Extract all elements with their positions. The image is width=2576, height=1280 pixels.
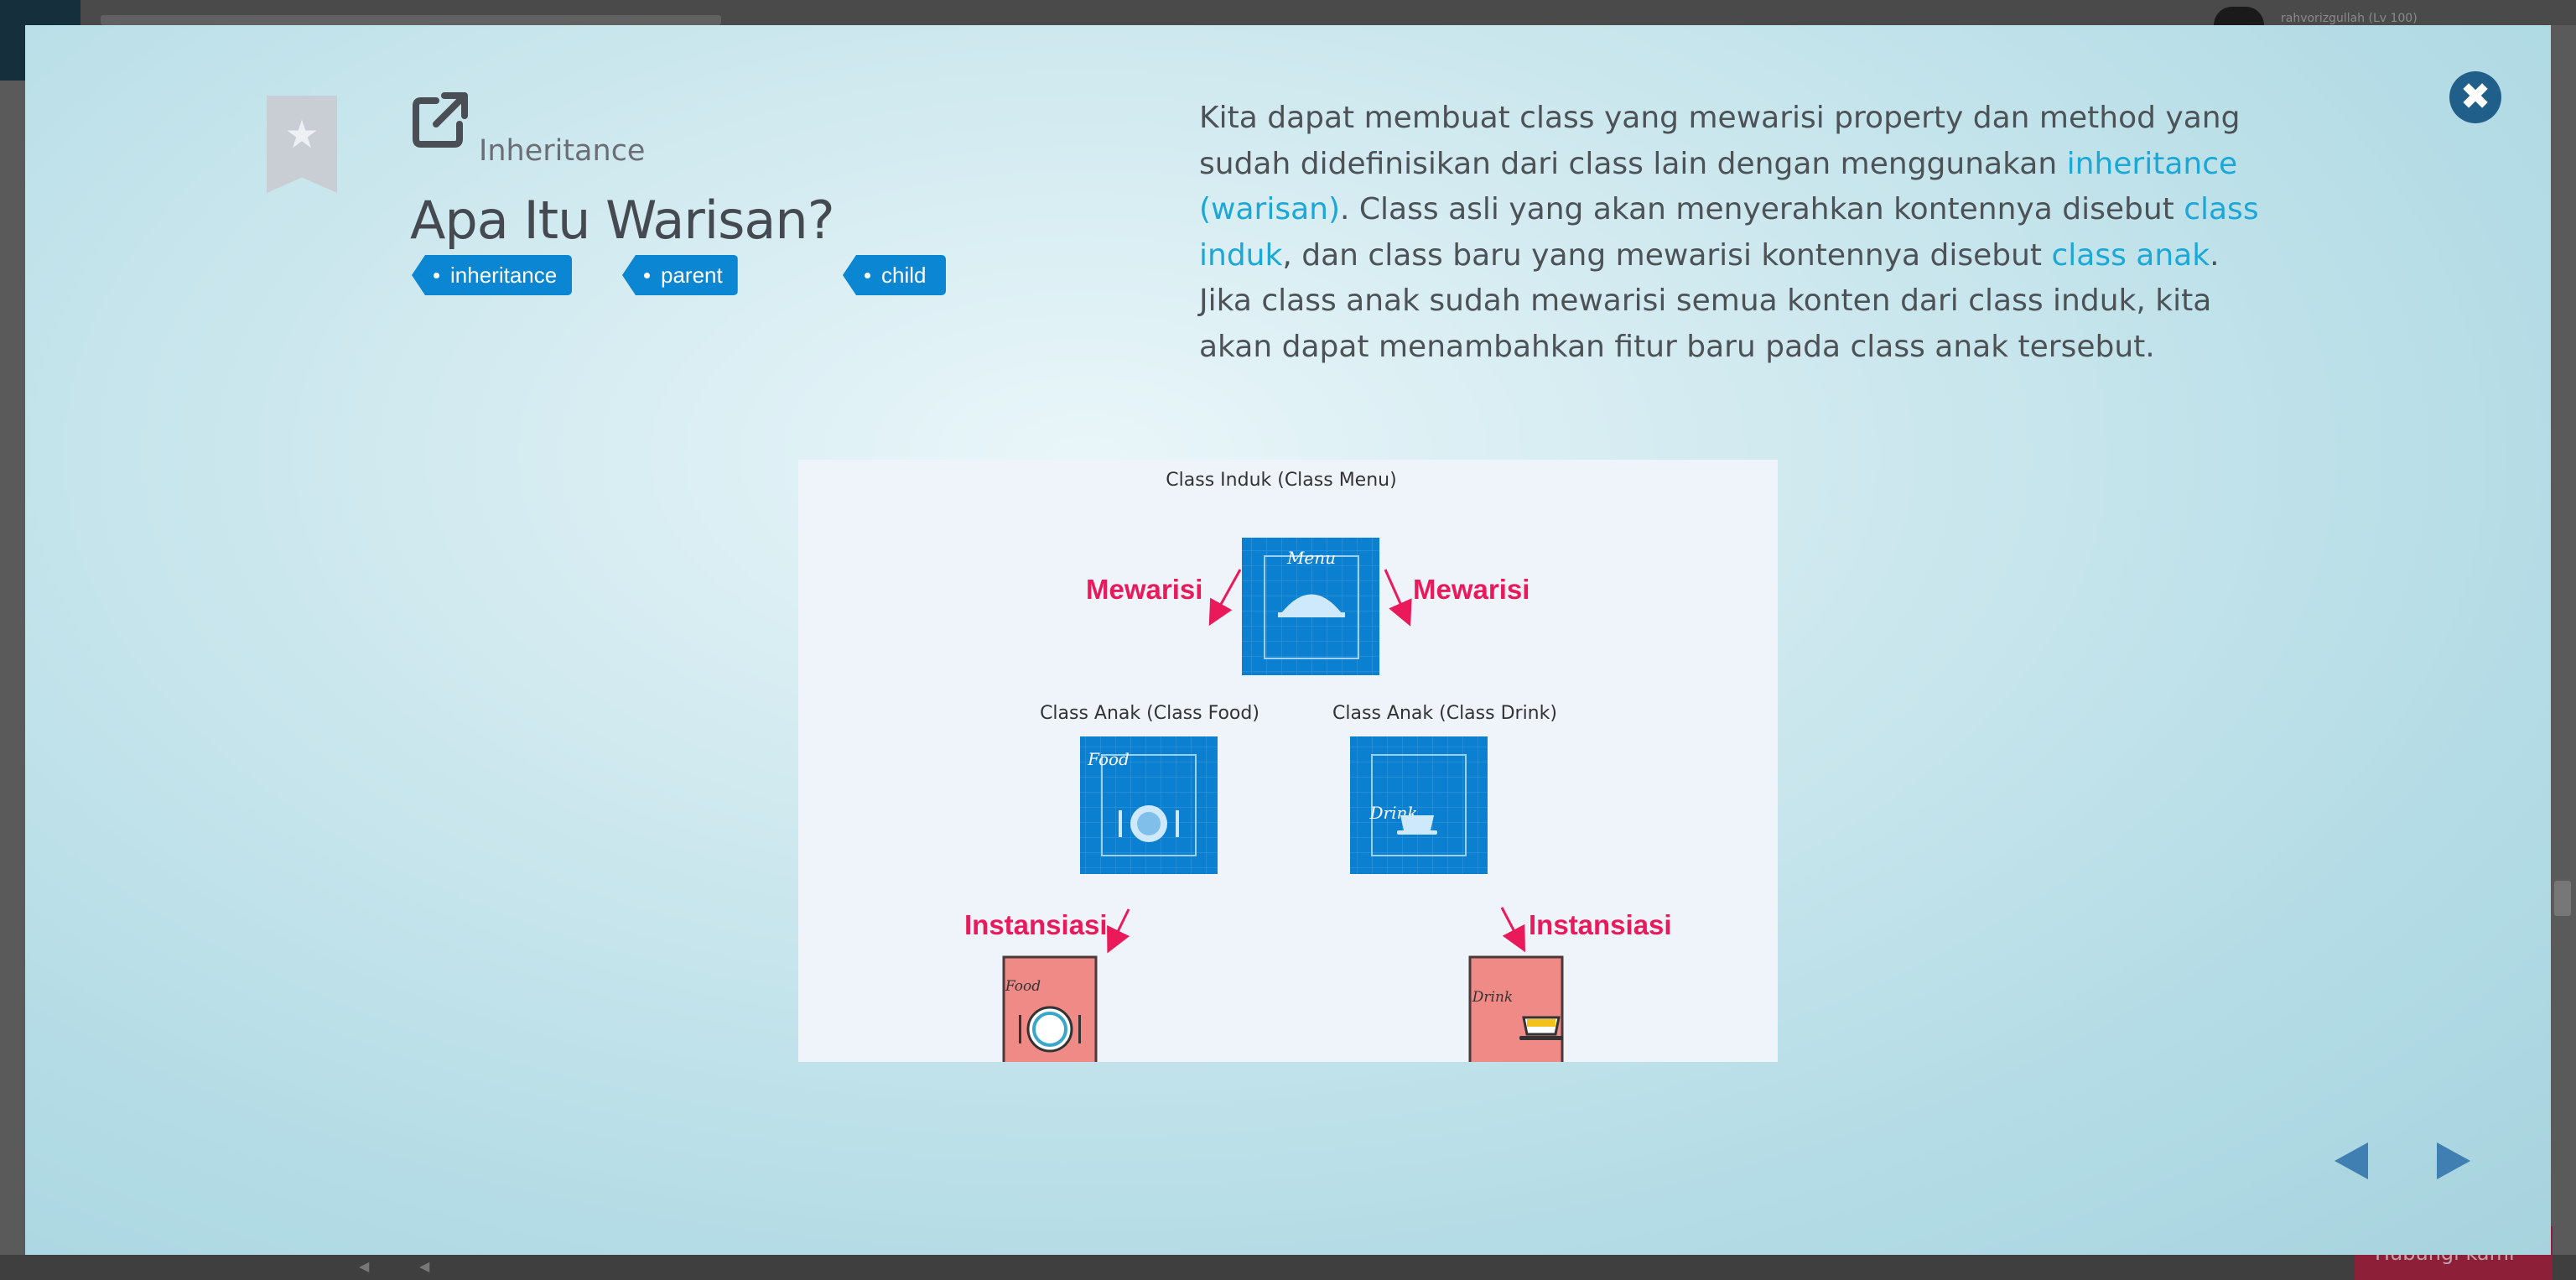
triangle-right-icon — [2437, 1142, 2470, 1179]
tag-parent-class[interactable]: parent class — [622, 255, 738, 295]
menu-card: Menu — [1242, 538, 1379, 675]
external-link-icon[interactable] — [411, 91, 470, 149]
instantiate-label-right: Instansiasi — [1529, 909, 1672, 940]
slide-category: Inheritance — [479, 134, 646, 168]
description-part: , dan class baru yang mewarisi kontennya… — [1282, 237, 2052, 273]
instantiate-arrow-left — [1107, 908, 1130, 954]
previous-slide-button[interactable] — [2328, 1137, 2375, 1184]
child-food-label: Class Anak (Class Food) — [1040, 703, 1259, 724]
drink-instance-card: Drink — [1468, 955, 1564, 1062]
background-scroll-left-icon: ◀ — [359, 1258, 370, 1274]
description-part: . Class asli yang akan menyerahkan konte… — [1340, 192, 2184, 226]
background-avatar — [2214, 7, 2264, 25]
food-instance-card: Food — [1002, 955, 1098, 1062]
star-icon: ★ — [284, 112, 319, 157]
drink-instance-text: Drink — [1472, 989, 1513, 1006]
triangle-left-icon — [2334, 1142, 2368, 1179]
diagram-canvas: Class Induk (Class Menu) Menu Mewarisi M… — [964, 470, 1672, 1062]
inherit-arrow-right — [1384, 569, 1412, 627]
drink-card: Drink — [1350, 736, 1488, 874]
food-instance-text: Food — [1005, 978, 1041, 995]
close-button[interactable]: ✖ — [2449, 71, 2501, 123]
close-icon: ✖ — [2459, 75, 2491, 118]
description-text: Kita dapat membuat class yang mewarisi p… — [1199, 96, 2272, 370]
highlight-class-anak: class anak — [2051, 237, 2210, 273]
background-bottom-bar — [0, 1255, 2576, 1280]
child-drink-label: Class Anak (Class Drink) — [1332, 703, 1557, 724]
background-scrollbar — [2554, 881, 2571, 916]
inherit-arrow-left — [1208, 569, 1242, 627]
inherit-label-left: Mewarisi — [1086, 574, 1202, 605]
bookmark-button[interactable]: ★ — [267, 96, 337, 193]
page-title: Apa Itu Warisan? — [410, 190, 835, 251]
parent-class-label: Class Induk (Class Menu) — [1166, 470, 1396, 491]
background-username: rahvorizgullah (Lv 100) — [2281, 12, 2418, 25]
instantiate-label-left: Instansiasi — [964, 909, 1108, 940]
next-slide-button[interactable] — [2430, 1137, 2477, 1184]
inheritance-diagram: Class Induk (Class Menu) Menu Mewarisi M… — [798, 460, 1778, 1062]
food-card-text: Food — [1087, 749, 1130, 769]
menu-card-text: Menu — [1286, 548, 1336, 568]
slide-modal: ★ Inheritance Apa Itu Warisan? inheritan… — [25, 25, 2551, 1255]
tag-child-class[interactable]: child class — [843, 255, 947, 295]
background-scroll-left-icon-2: ◀ — [419, 1258, 430, 1274]
instantiate-arrow-right — [1500, 907, 1525, 953]
food-card: Food — [1080, 736, 1218, 874]
background-search-bar — [101, 15, 721, 25]
inherit-label-right: Mewarisi — [1413, 574, 1530, 605]
tag-inheritance[interactable]: inheritance — [412, 255, 573, 295]
